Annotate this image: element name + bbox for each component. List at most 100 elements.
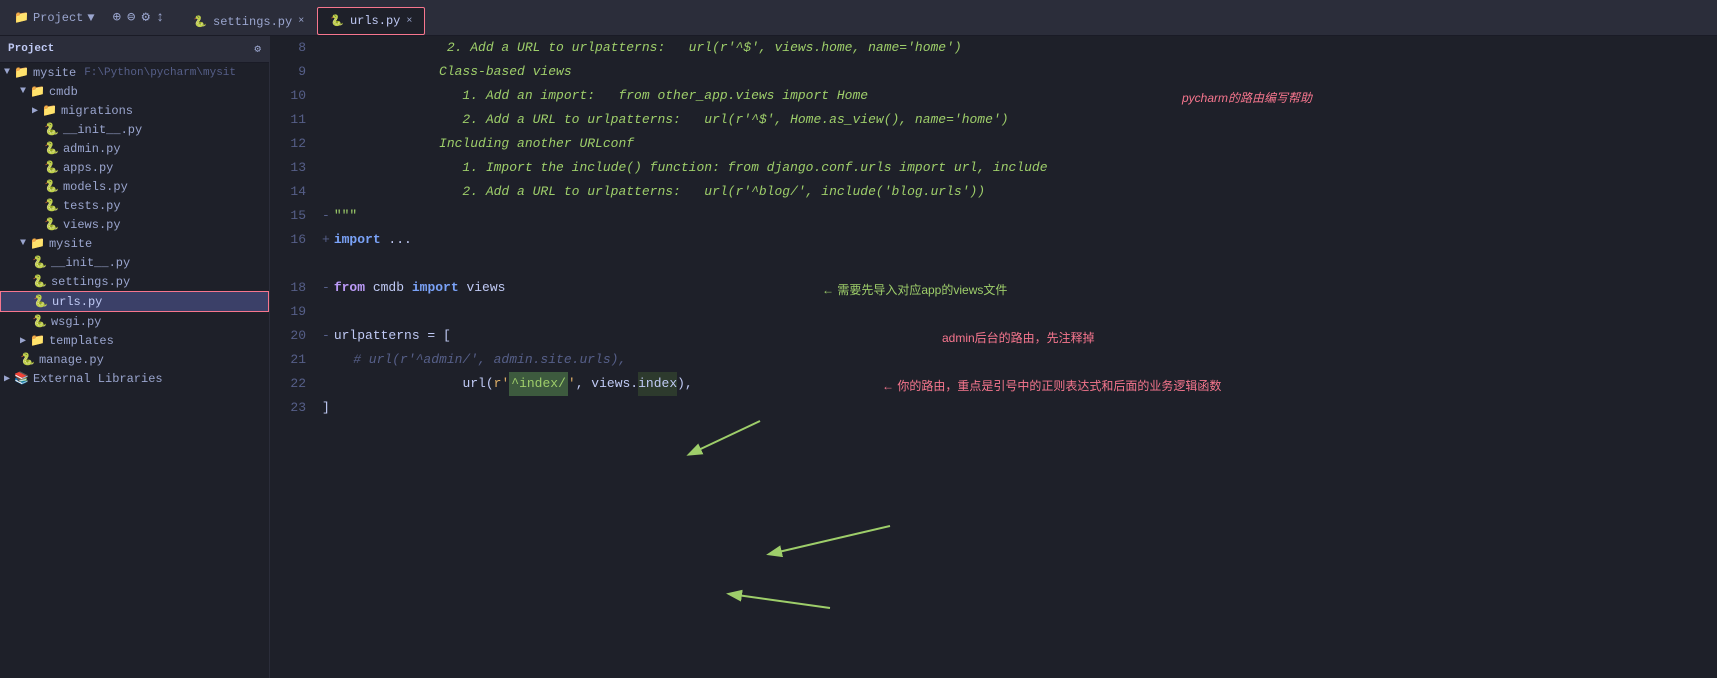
fold-15[interactable]: - xyxy=(322,204,330,228)
ln10: 10 xyxy=(278,84,306,108)
code-line-17 xyxy=(322,252,1709,276)
tests-label: tests.py xyxy=(63,199,121,213)
tests-icon: 🐍 xyxy=(44,198,59,213)
annotation-url: ← 你的路由，重点是引号中的正则表达式和后面的业务逻辑函数 xyxy=(882,374,1221,398)
init2-label: __init__.py xyxy=(51,256,130,270)
r-string: r' xyxy=(494,372,510,396)
code-line-18: - from cmdb import views ← 需要先导入对应app的vi… xyxy=(322,276,1709,300)
sidebar-header: Project ⚙ xyxy=(0,36,269,63)
ln17 xyxy=(278,252,306,276)
mysite-folder-label: mysite xyxy=(49,237,92,251)
fold-16[interactable]: + xyxy=(322,228,330,252)
wsgi-icon: 🐍 xyxy=(32,314,47,329)
tab-urls[interactable]: 🐍 urls.py × xyxy=(317,7,425,35)
ln8: 8 xyxy=(278,36,306,60)
mysite-chevron: ▼ xyxy=(20,238,26,249)
tree-item-settings[interactable]: 🐍 settings.py xyxy=(0,272,269,291)
project-icon: 📁 xyxy=(14,10,29,25)
index-highlight: ^index/ xyxy=(509,372,568,396)
tab-settings[interactable]: 🐍 settings.py × xyxy=(180,7,317,35)
urls-tab-close[interactable]: × xyxy=(406,16,412,27)
models-label: models.py xyxy=(63,180,128,194)
ln14: 14 xyxy=(278,180,306,204)
root-label: mysite xyxy=(33,66,76,80)
line16-dots: ... xyxy=(381,228,412,252)
r-string-end: ' xyxy=(568,372,576,396)
sidebar-gear-icon[interactable]: ⚙ xyxy=(254,42,261,56)
import-kw: import xyxy=(334,228,381,252)
code-container: 8 9 10 11 12 13 14 15 16 18 19 20 21 22 … xyxy=(270,36,1717,420)
gear-icon[interactable]: ⚙ xyxy=(141,9,149,26)
fold-18[interactable]: - xyxy=(322,276,330,300)
project-label: Project xyxy=(33,11,83,25)
settings-icon: 🐍 xyxy=(32,274,47,289)
line15-content: """ xyxy=(334,204,357,228)
tree-item-init2[interactable]: 🐍 __init__.py xyxy=(0,253,269,272)
apps-label: apps.py xyxy=(63,161,113,175)
sync-icon[interactable]: ⊕ xyxy=(113,9,121,26)
ln22: 22 xyxy=(278,372,306,396)
annotation-admin: admin后台的路由，先注释掉 xyxy=(942,326,1095,350)
models-icon: 🐍 xyxy=(44,179,59,194)
tree-item-manage[interactable]: 🐍 manage.py xyxy=(0,350,269,369)
tree-item-wsgi[interactable]: 🐍 wsgi.py xyxy=(0,312,269,331)
tree-item-apps[interactable]: 🐍 apps.py xyxy=(0,158,269,177)
tree-item-admin[interactable]: 🐍 admin.py xyxy=(0,139,269,158)
cmdb-name: cmdb xyxy=(365,276,412,300)
editor[interactable]: 8 9 10 11 12 13 14 15 16 18 19 20 21 22 … xyxy=(270,36,1717,678)
templates-label: templates xyxy=(49,334,114,348)
urls-label: urls.py xyxy=(52,295,102,309)
from-kw: from xyxy=(334,276,365,300)
line-numbers: 8 9 10 11 12 13 14 15 16 18 19 20 21 22 … xyxy=(270,36,314,420)
tree-item-ext-libs[interactable]: ▶ 📚 External Libraries xyxy=(0,369,269,388)
apps-icon: 🐍 xyxy=(44,160,59,175)
code-line-19 xyxy=(322,300,1709,324)
ln16: 16 xyxy=(278,228,306,252)
admin-icon: 🐍 xyxy=(44,141,59,156)
urls-tab-label: urls.py xyxy=(350,14,400,28)
import-kw2: import xyxy=(412,276,459,300)
ln21: 21 xyxy=(278,348,306,372)
annotation-pycharm: pycharm的路由编写帮助 xyxy=(1182,86,1312,110)
migrations-folder-icon: 📁 xyxy=(42,103,57,118)
mysite-folder-icon: 📁 xyxy=(30,236,45,251)
main-layout: Project ⚙ ▼ 📁 mysite F:\Python\pycharm\m… xyxy=(0,36,1717,678)
tree-item-models[interactable]: 🐍 models.py xyxy=(0,177,269,196)
tree-item-templates[interactable]: ▶ 📁 templates xyxy=(0,331,269,350)
cmdb-label: cmdb xyxy=(49,85,78,99)
ln11: 11 xyxy=(278,108,306,132)
ln9: 9 xyxy=(278,60,306,84)
cmdb-chevron: ▼ xyxy=(20,86,26,97)
ln23: 23 xyxy=(278,396,306,420)
templates-chevron: ▶ xyxy=(20,335,26,347)
cmdb-folder-icon: 📁 xyxy=(30,84,45,99)
expand-icon[interactable]: ↕ xyxy=(156,10,164,26)
tree-item-init1[interactable]: 🐍 __init__.py xyxy=(0,120,269,139)
templates-folder-icon: 📁 xyxy=(30,333,45,348)
manage-icon: 🐍 xyxy=(20,352,35,367)
tree-item-tests[interactable]: 🐍 tests.py xyxy=(0,196,269,215)
settings-tab-close[interactable]: × xyxy=(298,16,304,27)
init1-label: __init__.py xyxy=(63,123,142,137)
ext-libs-chevron: ▶ xyxy=(4,373,10,385)
admin-label: admin.py xyxy=(63,142,121,156)
tree-item-mysite-folder[interactable]: ▼ 📁 mysite xyxy=(0,234,269,253)
tree-root[interactable]: ▼ 📁 mysite F:\Python\pycharm\mysit xyxy=(0,63,269,82)
ln19: 19 xyxy=(278,300,306,324)
fold-20[interactable]: - xyxy=(322,324,330,348)
chevron-down-icon: ▼ xyxy=(87,11,94,25)
root-path: F:\Python\pycharm\mysit xyxy=(84,67,236,79)
project-dropdown[interactable]: 📁 Project ▼ xyxy=(8,8,101,27)
code-line-22: url(r'^index/', views.index), ← 你的路由，重点是… xyxy=(322,372,1709,396)
filter-icon[interactable]: ⊜ xyxy=(127,9,135,26)
tree-item-urls[interactable]: 🐍 urls.py xyxy=(0,291,269,312)
tabs-area: 🐍 settings.py × 🐍 urls.py × xyxy=(180,0,425,35)
tree-item-migrations[interactable]: ▶ 📁 migrations xyxy=(0,101,269,120)
tree-item-views[interactable]: 🐍 views.py xyxy=(0,215,269,234)
views-name: views xyxy=(459,276,506,300)
code-area: 8 9 10 11 12 13 14 15 16 18 19 20 21 22 … xyxy=(270,36,1717,420)
tree-item-cmdb[interactable]: ▼ 📁 cmdb xyxy=(0,82,269,101)
ln18: 18 xyxy=(278,276,306,300)
ln15: 15 xyxy=(278,204,306,228)
wsgi-label: wsgi.py xyxy=(51,315,101,329)
